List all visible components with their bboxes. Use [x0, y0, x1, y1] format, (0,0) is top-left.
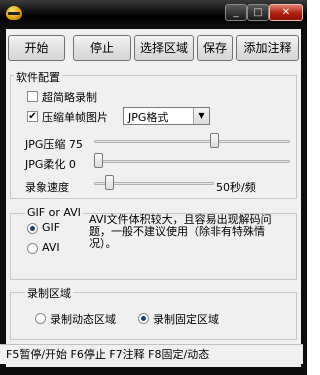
fixed-region-label: 录制固定区域: [153, 313, 219, 326]
minimize-button[interactable]: _: [225, 4, 247, 21]
title-bar[interactable]: _ □ ✕: [0, 0, 307, 28]
avi-label: AVI: [42, 241, 60, 254]
stop-button[interactable]: 停止: [73, 35, 131, 61]
record-speed-value: 50秒/频: [216, 181, 256, 194]
record-speed-label: 录象速度: [25, 181, 69, 194]
maximize-button[interactable]: □: [247, 4, 269, 21]
save-button[interactable]: 保存: [197, 35, 233, 61]
format-group-title: GIF or AVI: [25, 206, 83, 219]
region-group-title: 录制区域: [25, 285, 73, 301]
jpg-soften-slider[interactable]: [94, 153, 103, 168]
fixed-region-radio[interactable]: [138, 313, 149, 324]
jpg-compress-slider[interactable]: [210, 133, 219, 148]
ultra-simple-label: 超简略录制: [42, 91, 97, 104]
chevron-down-icon[interactable]: ▼: [193, 108, 209, 124]
add-note-button[interactable]: 添加注释: [236, 35, 299, 61]
jpg-soften-label: JPG柔化 0: [25, 158, 76, 171]
app-icon: [6, 6, 22, 20]
dynamic-region-label: 录制动态区域: [50, 313, 116, 326]
format-select[interactable]: JPG格式 ▼: [123, 107, 210, 125]
start-button[interactable]: 开始: [8, 35, 65, 61]
avi-warning-note: AVI文件体积较大，且容易出现解码问题，一般不建议使用（除非有特殊情况）。: [89, 213, 272, 250]
software-config-title: 软件配置: [14, 69, 62, 85]
app-window: _ □ ✕ 开始 停止 选择区域 保存 添加注释 软件配置 超简略录制 ✔ 压缩…: [0, 0, 307, 375]
gif-label: GIF: [42, 221, 61, 234]
jpg-compress-label: JPG压缩 75: [25, 138, 83, 151]
compress-single-label: 压缩单帧图片: [42, 111, 108, 124]
close-button[interactable]: ✕: [269, 4, 303, 21]
format-select-value: JPG格式: [128, 111, 169, 124]
compress-single-checkbox[interactable]: ✔: [27, 111, 38, 122]
status-bar: F5暂停/开始 F6停止 F7注释 F8固定/动态: [0, 344, 303, 364]
avi-radio[interactable]: [27, 243, 38, 254]
dynamic-region-radio[interactable]: [35, 313, 46, 324]
jpg-soften-track: [94, 160, 290, 163]
jpg-compress-track: [94, 140, 290, 143]
gif-radio[interactable]: [27, 223, 38, 234]
record-speed-slider[interactable]: [105, 175, 114, 190]
ultra-simple-checkbox[interactable]: [27, 91, 38, 102]
client-area: 开始 停止 选择区域 保存 添加注释 软件配置 超简略录制 ✔ 压缩单帧图片 J…: [6, 29, 301, 367]
select-region-button[interactable]: 选择区域: [134, 35, 194, 61]
